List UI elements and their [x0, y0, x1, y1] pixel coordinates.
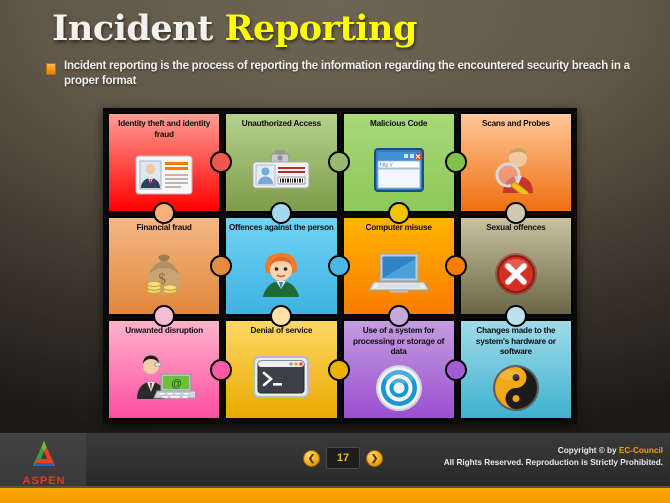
puzzle-knob-bottom — [153, 201, 176, 224]
puzzle-tile-label: Offences against the person — [229, 222, 334, 232]
copyright-line-1: Copyright © by EC-Council — [444, 445, 663, 457]
puzzle-board: Identity theft and identity fraud Unauth… — [103, 108, 577, 424]
puzzle-tile[interactable]: Offences against the person — [224, 215, 350, 328]
magnifier-person-icon — [461, 130, 571, 211]
puzzle-tile[interactable]: Sexual offences — [458, 215, 573, 328]
copyright-line-2: All Rights Reserved. Reproduction is Str… — [443, 458, 663, 467]
puzzle-knob-right — [444, 358, 467, 381]
puzzle-tile-label: Scans and Probes — [481, 119, 550, 128]
svg-text:http://: http:// — [380, 163, 393, 169]
puzzle-grid: Identity theft and identity fraud Unauth… — [107, 112, 573, 420]
puzzle-tile[interactable]: Use of a system for processing or storag… — [341, 319, 467, 420]
puzzle-tile[interactable]: Changes made to the system's hardware or… — [458, 319, 573, 420]
puzzle-tile-label: Unwanted disruption — [125, 326, 203, 336]
copyright-brand: EC-Council — [618, 446, 663, 455]
copyright-prefix: Copyright © by — [557, 446, 619, 455]
puzzle-tile-label: Malicious Code — [369, 119, 428, 128]
page-title-part1: Incident — [52, 8, 213, 49]
page-number: 17 — [326, 447, 360, 469]
puzzle-knob-right — [444, 151, 467, 174]
laptop-icon — [344, 233, 454, 314]
pager: ❮ 17 ❯ — [303, 447, 383, 469]
red-x-icon — [461, 233, 571, 314]
yin-yang-icon — [461, 358, 571, 418]
puzzle-tile[interactable]: Malicious Code http:// — [341, 112, 467, 224]
puzzle-tile-label: Denial of service — [250, 326, 313, 336]
puzzle-tile[interactable]: Scans and Probes — [458, 112, 573, 224]
puzzle-knob-right — [327, 254, 350, 277]
terminal-icon — [226, 337, 336, 418]
footer-bar: ASPEN ❮ 17 ❯ Copyright © by EC-Council A… — [0, 432, 670, 488]
aspen-triangle-icon — [33, 441, 55, 466]
puzzle-tile[interactable]: Computer misuse — [341, 215, 467, 328]
puzzle-knob-right — [210, 358, 233, 381]
slide: Incident Reporting Incident reporting is… — [0, 0, 670, 503]
puzzle-tile-label: Changes made to the system's hardware or… — [475, 326, 556, 357]
puzzle-tile-label: Identity theft and identity fraud — [118, 119, 211, 139]
puzzle-knob-bottom — [387, 201, 410, 224]
subtitle-text: Incident reporting is the process of rep… — [64, 60, 630, 87]
page-title: Incident Reporting — [52, 7, 417, 51]
page-title-part2: Reporting — [224, 8, 417, 49]
puzzle-knob-right — [444, 254, 467, 277]
prev-page-button[interactable]: ❮ — [303, 449, 320, 467]
puzzle-tile-label: Financial fraud — [136, 222, 192, 232]
id-card-icon — [109, 140, 219, 211]
person-green-icon — [226, 233, 336, 314]
puzzle-knob-right — [327, 358, 350, 381]
puzzle-tile-label: Use of a system for processing or storag… — [353, 326, 445, 357]
puzzle-knob-bottom — [270, 201, 293, 224]
next-page-button[interactable]: ❯ — [366, 449, 383, 467]
puzzle-tile[interactable]: Unwanted disruption @ — [107, 319, 233, 420]
svg-text:@: @ — [171, 378, 182, 390]
puzzle-tile-label: Computer misuse — [365, 222, 432, 232]
browser-window-icon: http:// — [344, 130, 454, 211]
subtitle-row: Incident reporting is the process of rep… — [46, 59, 646, 89]
badge-lock-icon — [226, 130, 336, 211]
target-rings-icon — [344, 358, 454, 418]
puzzle-tile[interactable]: Unauthorized Access — [224, 112, 350, 224]
puzzle-tile[interactable]: Identity theft and identity fraud — [107, 112, 233, 224]
person-laptop-mail-icon: @ — [109, 337, 219, 418]
bullet-square-icon — [46, 63, 56, 75]
puzzle-tile[interactable]: Financial fraud $ — [107, 215, 233, 328]
puzzle-knob-right — [327, 151, 350, 174]
copyright-block: Copyright © by EC-Council All Rights Res… — [444, 445, 663, 469]
puzzle-tile[interactable]: Denial of service — [224, 319, 350, 420]
aspen-logo: ASPEN — [18, 439, 70, 487]
bottom-accent-bar — [0, 486, 670, 503]
puzzle-tile-label: Sexual offences — [486, 222, 546, 232]
puzzle-knob-bottom — [387, 305, 410, 328]
money-bag-icon: $ — [109, 233, 219, 314]
puzzle-tile-label: Unauthorized Access — [241, 119, 321, 128]
puzzle-knob-bottom — [504, 201, 527, 224]
